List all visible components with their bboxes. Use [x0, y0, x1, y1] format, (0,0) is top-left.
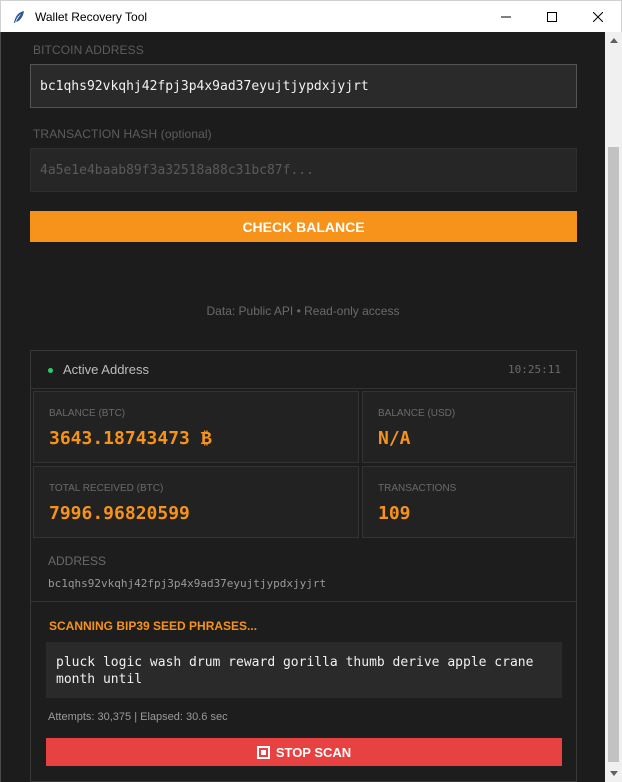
balance-btc-stat: BALANCE (BTC) 3643.18743473 ₿ [33, 391, 359, 463]
card-address-label: ADDRESS [48, 554, 107, 568]
total-received-stat: TOTAL RECEIVED (BTC) 7996.96820599 [33, 466, 359, 538]
minimize-button[interactable] [483, 1, 529, 33]
balance-btc-label: BALANCE (BTC) [49, 408, 126, 419]
card-address-value: bc1qhs92vkqhj42fpj3p4x9ad37eyujtjypdxjyj… [48, 577, 327, 590]
transactions-value: 109 [378, 503, 411, 524]
total-received-label: TOTAL RECEIVED (BTC) [49, 483, 164, 494]
card-divider [31, 601, 576, 602]
total-received-value: 7996.96820599 [49, 503, 190, 524]
maximize-button[interactable] [529, 1, 575, 33]
scan-label: SCANNING BIP39 SEED PHRASES... [49, 619, 258, 633]
vertical-scrollbar[interactable] [605, 32, 622, 782]
feather-icon [11, 9, 27, 25]
balance-btc-value: 3643.18743473 ₿ [49, 428, 212, 449]
info-text: Data: Public API • Read-only access [206, 304, 400, 318]
window-title: Wallet Recovery Tool [35, 9, 148, 24]
address-label: BITCOIN ADDRESS [33, 43, 144, 57]
result-card: Active Address 10:25:11 BALANCE (BTC) 36… [30, 350, 577, 782]
window-titlebar: Wallet Recovery Tool [0, 0, 622, 32]
hash-input[interactable]: 4a5e1e4baab89f3a32518a88c31bc87f... [30, 148, 577, 192]
balance-usd-stat: BALANCE (USD) N/A [362, 391, 575, 463]
close-icon [593, 12, 603, 22]
hash-label-text: TRANSACTION HASH [33, 127, 158, 141]
address-input[interactable]: bc1qhs92vkqhj42fpj3p4x9ad37eyujtjypdxjyj… [30, 64, 577, 108]
transactions-label: TRANSACTIONS [378, 483, 457, 494]
balance-usd-label: BALANCE (USD) [378, 408, 456, 419]
scroll-up-button[interactable] [605, 32, 622, 49]
status-dot-icon [48, 368, 53, 373]
transactions-stat: TRANSACTIONS 109 [362, 466, 575, 538]
stop-scan-button[interactable]: STOP SCAN [46, 738, 562, 766]
scrollbar-thumb[interactable] [608, 147, 619, 762]
check-balance-button[interactable]: CHECK BALANCE [30, 211, 577, 242]
chevron-up-icon [609, 38, 618, 43]
hash-label-optional: (optional) [160, 127, 212, 141]
minimize-icon [501, 16, 511, 18]
scroll-down-button[interactable] [605, 765, 622, 782]
scan-stats: Attempts: 30,375 | Elapsed: 30.6 sec [48, 711, 228, 723]
stop-scan-label: STOP SCAN [275, 744, 352, 760]
seed-phrase-box: pluck logic wash drum reward gorilla thu… [46, 642, 562, 698]
chevron-down-icon [609, 771, 618, 776]
app-body: BITCOIN ADDRESS bc1qhs92vkqhj42fpj3p4x9a… [0, 32, 622, 782]
card-timestamp: 10:25:11 [508, 363, 561, 376]
balance-usd-value: N/A [378, 428, 411, 449]
stop-icon [256, 745, 270, 759]
maximize-icon [547, 12, 557, 22]
card-header: Active Address 10:25:11 [31, 351, 576, 389]
close-button[interactable] [575, 1, 621, 33]
card-title: Active Address [63, 362, 149, 377]
hash-label: TRANSACTION HASH (optional) [33, 127, 212, 141]
